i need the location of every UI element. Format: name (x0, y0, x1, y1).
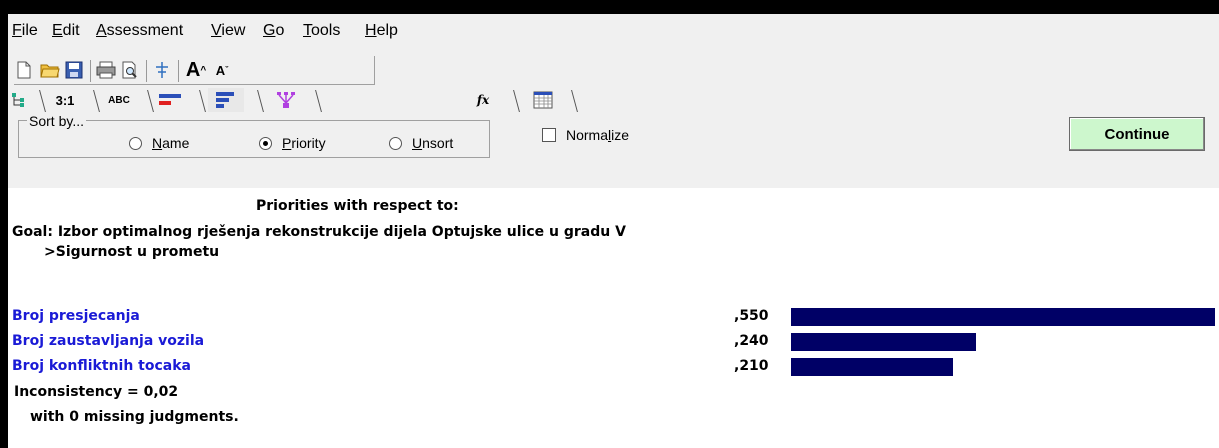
tab-abc-label: ABC (108, 94, 130, 106)
tree-view-icon (12, 93, 24, 107)
inconsistency-text: Inconsistency = 0,02 (14, 384, 179, 400)
tab-formula[interactable]: fx (470, 88, 496, 112)
tab-pairwise-graphical[interactable] (156, 88, 186, 112)
criterion-label[interactable]: Broj zaustavljanja vozila (12, 333, 204, 349)
criterion-value: ,550 (734, 308, 769, 324)
goal-text: Goal: Izbor optimalnog rješenja rekonstr… (12, 224, 626, 240)
print-icon[interactable] (96, 60, 116, 80)
tab-pairwise-numerical[interactable]: 3:1 (50, 88, 80, 112)
tree-structure-icon[interactable] (152, 60, 172, 80)
tab-pairwise-verbal[interactable]: ABC (104, 88, 134, 112)
menu-file[interactable]: File (12, 22, 38, 40)
criterion-label[interactable]: Broj konfliktnih tocaka (12, 358, 191, 374)
priority-bar (791, 358, 953, 376)
normalize-checkbox[interactable]: Normalize (542, 127, 629, 143)
tab-priorities[interactable] (208, 88, 244, 112)
priority-bar (791, 308, 1215, 326)
toolbar: A ^ Aˇ (14, 56, 375, 85)
sort-name-label: Name (152, 135, 190, 151)
save-icon[interactable] (64, 60, 84, 80)
menu-bar: File Edit Assessment View Go Tools Help (8, 14, 1219, 50)
priority-bar (791, 333, 976, 351)
app-window: File Edit Assessment View Go Tools Help (8, 14, 1219, 448)
sort-unsort-radio[interactable]: Unsort (389, 135, 453, 151)
normalize-label: Normalize (566, 127, 630, 143)
sort-by-legend: Sort by... (27, 113, 86, 129)
spreadsheet-icon (533, 91, 553, 109)
missing-judgments-text: with 0 missing judgments. (30, 409, 239, 425)
sort-by-group: Sort by... Name Priority Unsort (18, 113, 490, 158)
sort-panel: Sort by... Name Priority Unsort Normaliz… (8, 112, 1219, 188)
priorities-heading: Priorities with respect to: (256, 198, 459, 214)
continue-button[interactable]: Continue (1069, 117, 1205, 151)
graphical-bars-icon (159, 94, 181, 105)
radio-circle[interactable] (129, 136, 142, 150)
view-tabs: 3:1 ABC fx (8, 88, 1219, 112)
tab-fx-label: fx (476, 93, 490, 107)
sort-name-radio[interactable]: Name (129, 135, 189, 151)
priorities-bars-icon (216, 92, 234, 108)
menu-view[interactable]: View (211, 22, 245, 40)
criterion-value: ,240 (734, 333, 769, 349)
tab-tree-view[interactable] (8, 88, 30, 112)
radio-circle[interactable] (389, 136, 402, 150)
tab-synthesis[interactable] (270, 88, 302, 112)
tab-ratio-label: 3:1 (55, 92, 75, 108)
synthesis-icon (277, 92, 295, 108)
priorities-content: Priorities with respect to: Goal: Izbor … (8, 188, 1219, 448)
sort-priority-radio[interactable]: Priority (259, 135, 326, 151)
menu-help[interactable]: Help (365, 22, 398, 40)
sort-unsort-label: Unsort (412, 135, 454, 151)
increase-font-icon[interactable]: A ^ (186, 59, 206, 81)
menu-assessment[interactable]: Assessment (96, 22, 183, 40)
menu-go[interactable]: Go (263, 22, 284, 40)
open-folder-icon[interactable] (40, 60, 60, 80)
tab-spreadsheet[interactable] (530, 88, 556, 112)
menu-edit[interactable]: Edit (52, 22, 80, 40)
subgoal-text: >Sigurnost u prometu (44, 244, 220, 260)
radio-circle-selected[interactable] (259, 136, 272, 150)
criterion-value: ,210 (734, 358, 769, 374)
decrease-font-icon[interactable]: Aˇ (212, 60, 232, 80)
sort-priority-label: Priority (282, 135, 326, 151)
criterion-label[interactable]: Broj presjecanja (12, 308, 140, 324)
new-document-icon[interactable] (14, 60, 34, 80)
toolbar-row: A ^ Aˇ 3:1 ABC fx (8, 50, 1219, 112)
checkbox-box[interactable] (542, 128, 556, 142)
menu-tools[interactable]: Tools (303, 22, 340, 40)
print-preview-icon[interactable] (120, 60, 140, 80)
